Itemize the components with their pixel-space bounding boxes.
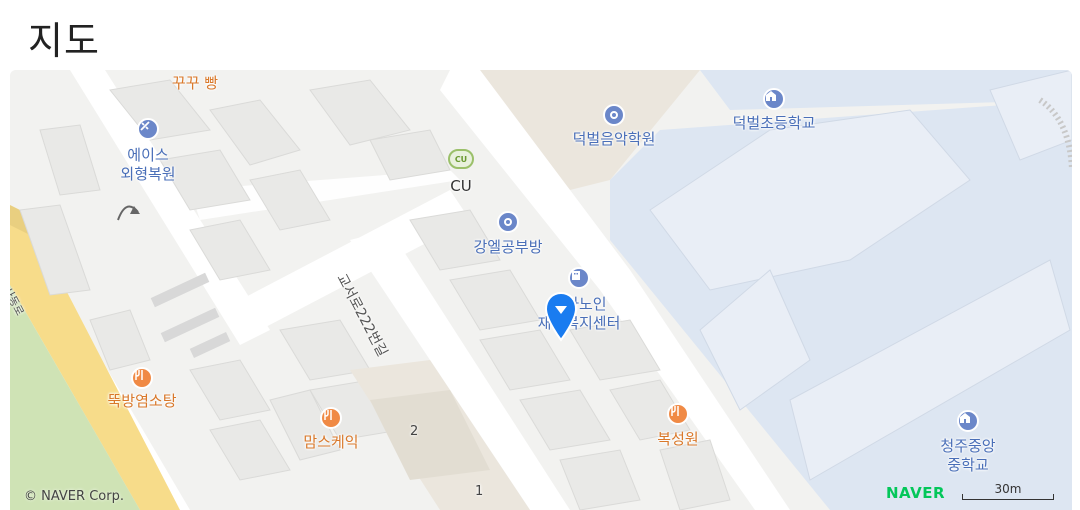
restaurant-icon[interactable] (131, 367, 153, 389)
poi-label-cu[interactable]: CU (450, 177, 471, 196)
poi-label-line: 외형복원 (120, 165, 176, 183)
poi-label-aces[interactable]: 에이스 외형복원 (120, 146, 175, 184)
lot-number: 2 (410, 424, 419, 439)
poi-label-cheongju[interactable]: 청주중앙 중학교 (940, 437, 995, 475)
school-icon[interactable] (763, 88, 785, 110)
poi-label-gangel[interactable]: 강엘공부방 (473, 238, 542, 257)
restaurant-icon[interactable] (320, 407, 342, 429)
naver-logo: NAVER (886, 484, 946, 502)
map-canvas (10, 70, 1072, 510)
poi-label-kkukku[interactable]: 꾸꾸 빵 (172, 74, 218, 93)
poi-label-line: 에이스 (127, 146, 169, 164)
wrench-icon[interactable] (137, 118, 159, 140)
scale-bar (962, 494, 1054, 500)
poi-label-line: 중학교 (947, 456, 989, 474)
academy-icon[interactable] (497, 211, 519, 233)
poi-label-ttukbang[interactable]: 뚝방염소탕 (107, 392, 176, 411)
map-view[interactable]: 꾸꾸 빵 에이스 외형복원 CU CU 덕벌음악학원 덕벌초등학교 강엘공부방 … (10, 70, 1072, 510)
poi-label-boksung[interactable]: 복성원 (657, 430, 698, 449)
school-icon[interactable] (957, 410, 979, 432)
poi-label-moms[interactable]: 맘스케익 (303, 433, 358, 452)
poi-label-line: 청주중앙 (940, 437, 996, 455)
map-copyright: © NAVER Corp. (24, 489, 124, 504)
academy-icon[interactable] (603, 104, 625, 126)
poi-label-deokbeol-music[interactable]: 덕벌음악학원 (573, 130, 656, 149)
convenience-store-icon[interactable]: CU (448, 149, 474, 169)
section-title: 지도 (28, 19, 100, 63)
map-scale: 30m (962, 482, 1054, 502)
restaurant-icon[interactable] (667, 403, 689, 425)
poi-label-deokbeol-school[interactable]: 덕벌초등학교 (733, 114, 816, 133)
welfare-icon[interactable] (568, 267, 590, 289)
lot-number: 1 (475, 484, 484, 499)
